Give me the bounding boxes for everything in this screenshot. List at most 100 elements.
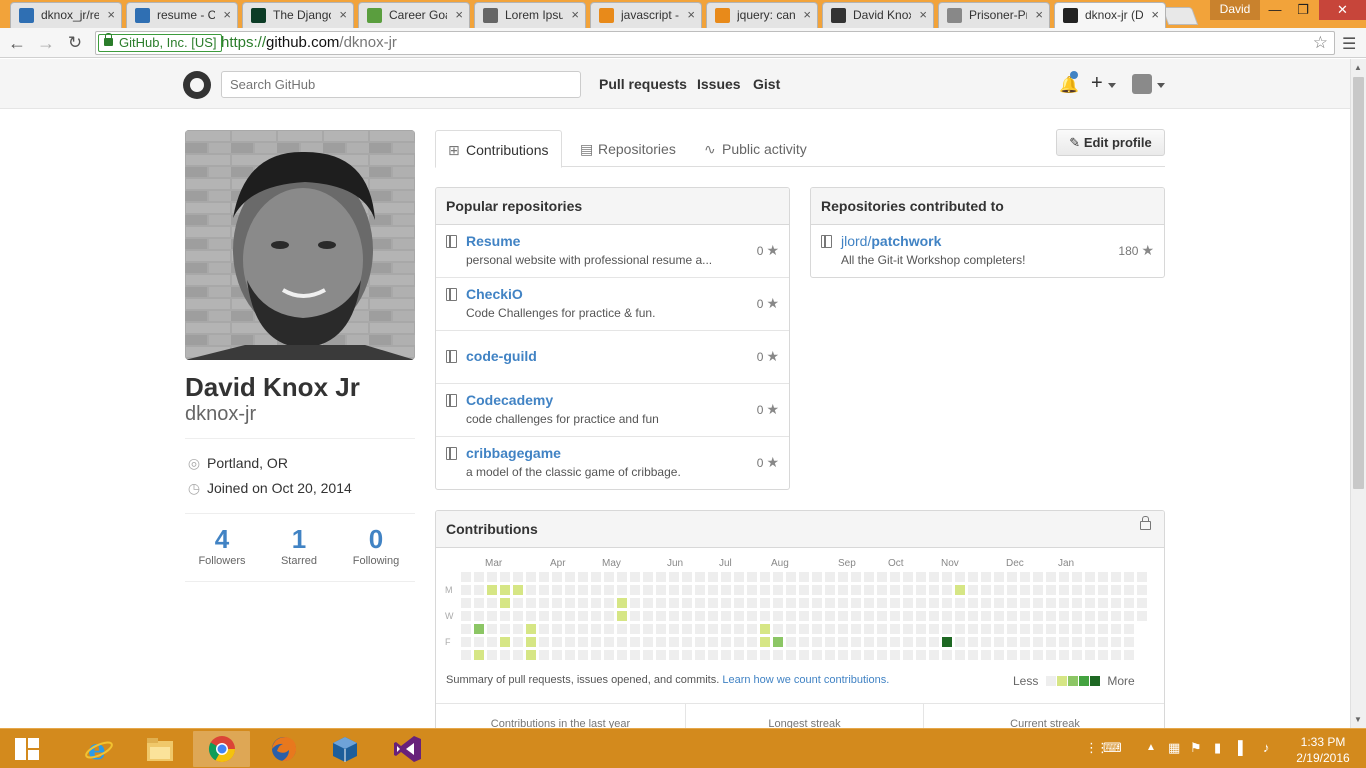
- contribution-day-cell[interactable]: [1111, 637, 1121, 647]
- contribution-day-cell[interactable]: [1111, 624, 1121, 634]
- contribution-day-cell[interactable]: [461, 637, 471, 647]
- contribution-day-cell[interactable]: [1098, 585, 1108, 595]
- contribution-day-cell[interactable]: [1059, 624, 1069, 634]
- contribution-day-cell[interactable]: [981, 637, 991, 647]
- contribution-day-cell[interactable]: [630, 572, 640, 582]
- touch-keyboard-icon[interactable]: ⌨: [1103, 740, 1122, 756]
- contribution-day-cell[interactable]: [825, 637, 835, 647]
- contribution-day-cell[interactable]: [825, 585, 835, 595]
- contribution-day-cell[interactable]: [578, 598, 588, 608]
- contribution-day-cell[interactable]: [630, 585, 640, 595]
- repo-name-link[interactable]: Resume: [466, 233, 520, 249]
- contribution-day-cell[interactable]: [838, 650, 848, 660]
- contribution-day-cell[interactable]: [604, 585, 614, 595]
- contribution-day-cell[interactable]: [929, 598, 939, 608]
- contribution-day-cell[interactable]: [487, 611, 497, 621]
- contribution-day-cell[interactable]: [721, 611, 731, 621]
- contribution-day-cell[interactable]: [773, 624, 783, 634]
- contribution-day-cell[interactable]: [669, 624, 679, 634]
- contribution-day-cell[interactable]: [994, 637, 1004, 647]
- contribution-day-cell[interactable]: [591, 572, 601, 582]
- contribution-day-cell[interactable]: [695, 572, 705, 582]
- contribution-day-cell[interactable]: [695, 598, 705, 608]
- contribution-day-cell[interactable]: [1072, 585, 1082, 595]
- contribution-day-cell[interactable]: [1033, 637, 1043, 647]
- contribution-day-cell[interactable]: [669, 650, 679, 660]
- close-tab-icon[interactable]: ×: [223, 7, 231, 22]
- contribution-day-cell[interactable]: [916, 572, 926, 582]
- browser-tab[interactable]: resume - Cl ×: [126, 2, 238, 28]
- contribution-day-cell[interactable]: [929, 650, 939, 660]
- contribution-day-cell[interactable]: [760, 624, 770, 634]
- contribution-day-cell[interactable]: [552, 598, 562, 608]
- contribution-day-cell[interactable]: [513, 572, 523, 582]
- contribution-day-cell[interactable]: [643, 637, 653, 647]
- contribution-day-cell[interactable]: [643, 585, 653, 595]
- contribution-day-cell[interactable]: [968, 624, 978, 634]
- contribution-day-cell[interactable]: [1098, 650, 1108, 660]
- contribution-day-cell[interactable]: [591, 637, 601, 647]
- contribution-day-cell[interactable]: [1124, 598, 1134, 608]
- contribution-day-cell[interactable]: [526, 611, 536, 621]
- contribution-day-cell[interactable]: [877, 624, 887, 634]
- contribution-day-cell[interactable]: [890, 624, 900, 634]
- contribution-day-cell[interactable]: [513, 598, 523, 608]
- contribution-day-cell[interactable]: [721, 650, 731, 660]
- contribution-day-cell[interactable]: [1085, 611, 1095, 621]
- contribution-day-cell[interactable]: [708, 650, 718, 660]
- browser-tab[interactable]: David Knox ×: [822, 2, 934, 28]
- contribution-day-cell[interactable]: [487, 624, 497, 634]
- contribution-day-cell[interactable]: [682, 624, 692, 634]
- contribution-day-cell[interactable]: [1137, 585, 1147, 595]
- contribution-day-cell[interactable]: [955, 598, 965, 608]
- contribution-day-cell[interactable]: [994, 650, 1004, 660]
- contribution-day-cell[interactable]: [604, 650, 614, 660]
- forward-icon[interactable]: →: [35, 32, 57, 54]
- contribution-day-cell[interactable]: [487, 585, 497, 595]
- nav-gist[interactable]: Gist: [753, 76, 780, 92]
- contribution-day-cell[interactable]: [877, 598, 887, 608]
- contribution-day-cell[interactable]: [565, 611, 575, 621]
- contribution-day-cell[interactable]: [461, 585, 471, 595]
- contribution-day-cell[interactable]: [656, 650, 666, 660]
- contribution-day-cell[interactable]: [773, 611, 783, 621]
- contribution-day-cell[interactable]: [552, 624, 562, 634]
- contribution-day-cell[interactable]: [864, 624, 874, 634]
- contribution-day-cell[interactable]: [1059, 650, 1069, 660]
- close-tab-icon[interactable]: ×: [687, 7, 695, 22]
- contribution-day-cell[interactable]: [890, 650, 900, 660]
- contribution-day-cell[interactable]: [656, 598, 666, 608]
- contribution-day-cell[interactable]: [630, 637, 640, 647]
- contribution-day-cell[interactable]: [1046, 611, 1056, 621]
- contribution-day-cell[interactable]: [1124, 585, 1134, 595]
- contribution-day-cell[interactable]: [1124, 572, 1134, 582]
- contribution-day-cell[interactable]: [838, 611, 848, 621]
- contribution-day-cell[interactable]: [708, 585, 718, 595]
- contribution-day-cell[interactable]: [656, 572, 666, 582]
- contribution-day-cell[interactable]: [747, 637, 757, 647]
- contribution-day-cell[interactable]: [864, 598, 874, 608]
- contribution-day-cell[interactable]: [799, 598, 809, 608]
- contribution-day-cell[interactable]: [500, 598, 510, 608]
- contribution-day-cell[interactable]: [773, 637, 783, 647]
- contribution-day-cell[interactable]: [773, 598, 783, 608]
- search-input[interactable]: [221, 71, 581, 98]
- close-tab-icon[interactable]: ×: [455, 7, 463, 22]
- close-window-button[interactable]: ✕: [1319, 0, 1366, 20]
- contribution-day-cell[interactable]: [734, 598, 744, 608]
- contribution-day-cell[interactable]: [565, 585, 575, 595]
- contribution-day-cell[interactable]: [1033, 650, 1043, 660]
- contribution-day-cell[interactable]: [565, 650, 575, 660]
- contribution-day-cell[interactable]: [643, 572, 653, 582]
- contribution-day-cell[interactable]: [799, 585, 809, 595]
- contribution-day-cell[interactable]: [500, 637, 510, 647]
- visual-studio-icon[interactable]: [379, 731, 436, 767]
- contribution-day-cell[interactable]: [643, 624, 653, 634]
- contribution-day-cell[interactable]: [461, 572, 471, 582]
- contribution-day-cell[interactable]: [721, 624, 731, 634]
- contribution-day-cell[interactable]: [799, 637, 809, 647]
- contribution-day-cell[interactable]: [682, 611, 692, 621]
- contribution-day-cell[interactable]: [799, 650, 809, 660]
- contribution-day-cell[interactable]: [1007, 637, 1017, 647]
- contribution-day-cell[interactable]: [1046, 650, 1056, 660]
